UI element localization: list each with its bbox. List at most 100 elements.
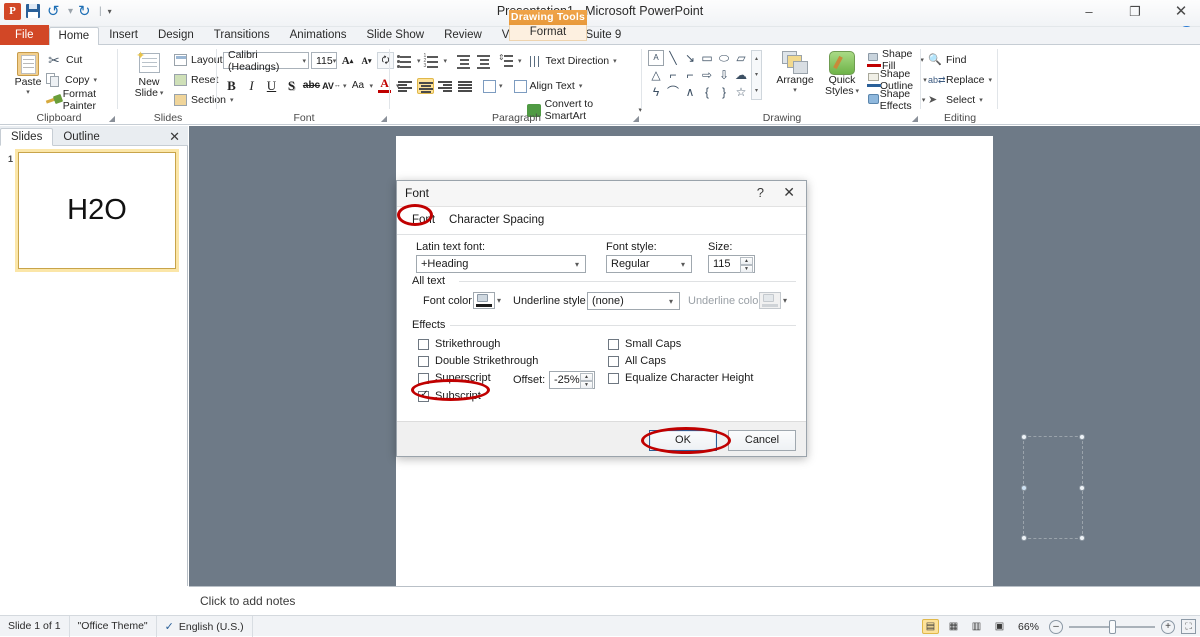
numbering-icon[interactable]: 1 2 3 [424, 53, 441, 69]
font-dialog-launcher[interactable]: ◢ [381, 114, 387, 123]
shapes-scroll-up-icon[interactable]: ▴ [752, 51, 761, 67]
shrink-font-icon[interactable]: A ▾ [358, 52, 375, 69]
fit-to-window-button[interactable]: ⛶ [1181, 619, 1196, 634]
grow-font-icon[interactable]: A ▴ [339, 52, 356, 69]
font-dialog[interactable]: Font ? ✕ Font Character Spacing Latin te… [396, 180, 807, 457]
font-name-input[interactable]: Calibri (Headings) ▾ [223, 49, 309, 73]
align-text-button[interactable]: Align Text ▾ [530, 77, 583, 95]
replace-button[interactable]: ab⇄ Replace ▾ [928, 71, 992, 89]
shape-fill-button[interactable]: Shape Fill ▾ [867, 48, 924, 72]
increase-indent-icon[interactable] [474, 53, 491, 69]
resize-handle-middle-left[interactable] [1021, 484, 1027, 491]
size-spinner[interactable]: 115 ▲ ▼ [708, 255, 755, 273]
shape-star-icon[interactable]: ☆ [733, 84, 749, 100]
text-direction-button[interactable]: Text Direction ▾ [546, 52, 617, 70]
dialog-tab-font[interactable]: Font [406, 212, 442, 228]
pane-close-icon[interactable]: ✕ [169, 129, 180, 145]
shape-rounded-rect-icon[interactable]: ▱ [733, 50, 749, 66]
bullets-dropdown-icon[interactable]: ▾ [417, 57, 421, 65]
font-style-combo[interactable]: Regular ▾ [606, 255, 692, 273]
zoom-slider[interactable] [1069, 619, 1155, 634]
paste-button[interactable]: Paste ▾ [6, 50, 50, 96]
resize-handle-bottom-left[interactable] [1021, 535, 1027, 541]
copy-dropdown-icon[interactable]: ▾ [94, 76, 98, 84]
dialog-font-color-button[interactable]: ▾ [473, 292, 501, 309]
status-theme[interactable]: "Office Theme" [70, 616, 157, 637]
tab-review[interactable]: Review [434, 26, 492, 45]
character-spacing-button[interactable]: AV ↔ [322, 77, 341, 94]
align-center-icon[interactable] [417, 78, 434, 94]
subscript-checkbox[interactable]: Subscript [418, 389, 481, 402]
tab-design[interactable]: Design [148, 26, 204, 45]
shape-elbow2-icon[interactable]: ⌐ [682, 67, 698, 83]
dialog-help-icon[interactable]: ? [757, 185, 764, 200]
font-color-swatch-icon[interactable] [473, 292, 495, 309]
shape-line-icon[interactable]: ╲ [665, 50, 681, 66]
change-case-dropdown-icon[interactable]: ▾ [370, 82, 374, 90]
shape-down-arrow-icon[interactable]: ⇩ [716, 67, 732, 83]
reset-button[interactable]: Reset [174, 71, 218, 89]
all-caps-checkbox-box[interactable] [608, 355, 619, 367]
justify-icon[interactable] [457, 78, 474, 94]
shape-textbox-icon[interactable]: A [648, 50, 664, 66]
clipboard-dialog-launcher[interactable]: ◢ [109, 114, 115, 123]
shape-curve-icon[interactable]: ⌒ [665, 84, 681, 100]
underline-button[interactable]: U [263, 77, 280, 94]
superscript-checkbox-box[interactable] [418, 372, 429, 384]
paste-dropdown-icon[interactable]: ▾ [26, 88, 30, 96]
quick-styles-button[interactable]: Quick Styles ▾ [821, 51, 863, 97]
shape-angle-icon[interactable]: ∧ [682, 84, 698, 100]
text-direction-dropdown-icon[interactable]: ▾ [613, 57, 617, 65]
quick-styles-dropdown-icon[interactable]: ▾ [856, 86, 860, 97]
new-slide-dropdown-icon[interactable]: ▾ [160, 88, 164, 99]
arrange-button[interactable]: Arrange ▾ [771, 51, 819, 94]
copy-button[interactable]: Copy ▾ [46, 71, 97, 89]
dialog-tab-character-spacing[interactable]: Character Spacing [443, 212, 550, 228]
line-spacing-icon[interactable]: ⇕ [498, 53, 515, 69]
select-dropdown-icon[interactable]: ▾ [979, 96, 983, 104]
tab-animations[interactable]: Animations [280, 26, 357, 45]
numbering-dropdown-icon[interactable]: ▾ [444, 57, 448, 65]
arrange-dropdown-icon[interactable]: ▾ [793, 86, 797, 94]
format-painter-button[interactable]: Format Painter [45, 88, 118, 112]
double-strikethrough-checkbox[interactable]: Double Strikethrough [418, 355, 538, 367]
columns-icon[interactable] [483, 79, 496, 93]
paragraph-dialog-launcher[interactable]: ◢ [633, 114, 639, 123]
font-style-dropdown-icon[interactable]: ▾ [675, 256, 691, 272]
status-language[interactable]: ✓ English (U.S.) [157, 616, 253, 637]
tab-transitions[interactable]: Transitions [204, 26, 280, 45]
resize-handle-top-left[interactable] [1021, 434, 1027, 440]
shape-oval-icon[interactable]: ⬭ [716, 50, 732, 66]
select-button[interactable]: ➤ Select ▾ [928, 91, 983, 109]
bullets-icon[interactable] [397, 53, 414, 69]
notes-pane[interactable]: Click to add notes [189, 586, 1200, 615]
font-name-dropdown-icon[interactable]: ▾ [302, 57, 306, 65]
restore-button[interactable]: ❐ [1122, 2, 1148, 22]
underline-style-dropdown-icon[interactable]: ▾ [663, 293, 679, 309]
shape-left-brace-icon[interactable]: { [699, 84, 715, 100]
zoom-in-button[interactable]: + [1161, 619, 1175, 634]
zoom-level-label[interactable]: 66% [1014, 621, 1043, 633]
pane-tab-slides[interactable]: Slides [0, 128, 54, 146]
equalize-character-height-checkbox-box[interactable] [608, 372, 619, 384]
minimize-button[interactable]: – [1076, 2, 1102, 22]
font-size-input[interactable]: 115 ▾ [311, 52, 337, 69]
shape-cloud-icon[interactable]: ☁ [733, 67, 749, 83]
align-right-icon[interactable] [437, 78, 454, 94]
shape-right-arrow-icon[interactable]: ⇨ [699, 67, 715, 83]
window-controls[interactable]: – ❐ ✕ [1076, 2, 1194, 22]
font-size-dropdown-icon[interactable]: ▾ [333, 57, 337, 65]
strikethrough-button[interactable]: abc [303, 77, 320, 94]
shape-right-brace-icon[interactable]: } [716, 84, 732, 100]
subscript-checkbox-box[interactable] [418, 389, 430, 402]
shape-outline-button[interactable]: Shape Outline ▾ [867, 68, 927, 92]
shape-rectangle-icon[interactable]: ▭ [699, 50, 715, 66]
latin-font-dropdown-icon[interactable]: ▾ [569, 256, 585, 272]
strikethrough-checkbox[interactable]: Strikethrough [418, 338, 500, 350]
shape-arrow-icon[interactable]: ↘ [682, 50, 698, 66]
double-strikethrough-checkbox-box[interactable] [418, 355, 429, 367]
columns-dropdown-icon[interactable]: ▾ [499, 82, 503, 90]
strikethrough-checkbox-box[interactable] [418, 338, 429, 350]
all-caps-checkbox[interactable]: All Caps [608, 355, 666, 367]
tab-slide-show[interactable]: Slide Show [357, 26, 435, 45]
